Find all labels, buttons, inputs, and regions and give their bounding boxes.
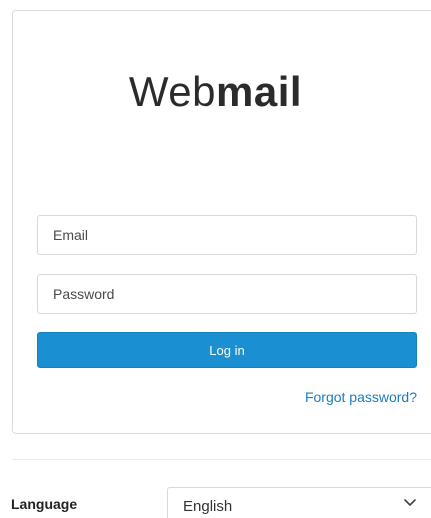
password-input[interactable] <box>37 274 417 314</box>
login-page: Webmail Log in Forgot password? Language… <box>0 0 431 518</box>
language-label: Language <box>11 496 78 512</box>
logo-bold-text: mail <box>216 68 303 115</box>
language-select[interactable]: English <box>167 487 431 518</box>
language-selected-value: English <box>183 498 233 515</box>
logo-light-text: Web <box>128 68 217 115</box>
chevron-down-icon <box>404 499 416 506</box>
webmail-logo: Webmail <box>0 68 431 116</box>
email-input[interactable] <box>37 215 417 255</box>
forgot-password-link[interactable]: Forgot password? <box>305 389 417 405</box>
login-button[interactable]: Log in <box>37 332 417 368</box>
divider <box>12 459 431 460</box>
